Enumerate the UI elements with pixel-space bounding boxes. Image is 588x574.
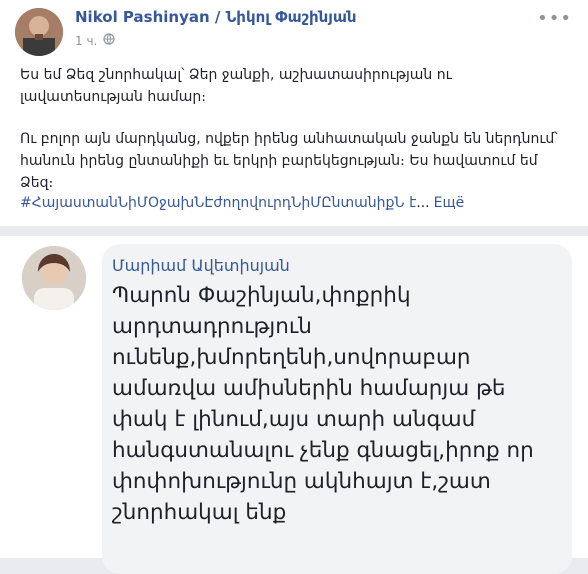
post-timestamp[interactable]: 1 ч. [75,34,97,48]
post-paragraph-1: Ես եմ Ձեզ շնորհակալ՝ Ձեր ջանքի, աշխատասի… [20,67,452,105]
post-meta: 1 ч. [75,33,115,48]
post-paragraph-2: Ու բոլոր այն մարդկանց, ովքեր իրենց անհատ… [20,131,558,191]
comment-text: Պարոն Փաշինյան,փոքրիկ արդտադրություն ուն… [112,283,534,525]
post-hashtag[interactable]: #ՀայաստանՆիՄՕջախՆԷժողովուրդՆիՄԸնտանիքՆ է [20,195,416,211]
post-card: Nikol Pashinyan / Նիկոլ Փաշինյան 1 ч. ••… [0,0,588,226]
comment-bubble: Մարիամ Ավետիսյան Պարոն Փաշինյան,փոքրիկ ա… [102,244,572,574]
comment-section: Մարիամ Ավետիսյան Պարոն Փաշինյան,փոքրիկ ա… [0,236,588,574]
globe-icon [103,33,115,48]
more-options-icon[interactable]: ••• [537,8,572,29]
author-avatar[interactable] [15,8,63,56]
post-ellipsis: ... [416,195,430,211]
see-more-link[interactable]: Ещё [434,195,465,211]
post-hashtag-line: #ՀայաստանՆիՄՕջախՆԷժողովուրդՆիՄԸնտանիքՆ է… [20,192,464,214]
comment-author-name[interactable]: Մարիամ Ավետիսյան [112,256,290,275]
post-author-name[interactable]: Nikol Pashinyan / Նիկոլ Փաշինյան [75,8,357,26]
section-separator [0,226,588,236]
commenter-avatar[interactable] [22,246,86,310]
